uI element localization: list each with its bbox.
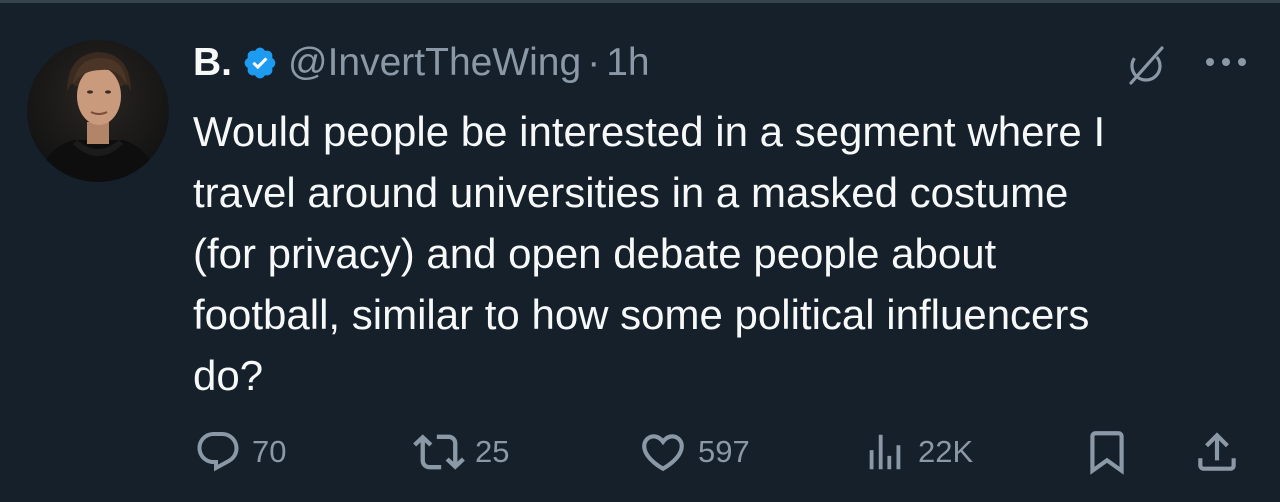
reply-count: 70: [252, 434, 287, 469]
heart-icon: [638, 427, 688, 477]
like-count: 597: [698, 434, 750, 469]
share-icon: [1192, 427, 1242, 477]
share-button[interactable]: [1192, 424, 1242, 480]
repost-count: 25: [475, 434, 510, 469]
views-icon: [862, 429, 908, 475]
more-options-icon[interactable]: [1202, 52, 1250, 72]
reply-button[interactable]: 70: [194, 424, 286, 480]
repost-button[interactable]: 25: [413, 424, 509, 480]
tweet-text-line: do?: [193, 352, 264, 399]
tweet-text: Would people be interested in a segment …: [193, 101, 1255, 406]
avatar[interactable]: [27, 40, 169, 182]
tweet-text-line: travel around universities in a masked c…: [193, 169, 1069, 216]
top-divider: [0, 0, 1280, 3]
tweet-header: B. @InvertTheWing · 1h: [193, 38, 650, 88]
bookmark-button[interactable]: [1082, 424, 1132, 480]
grok-icon[interactable]: [1124, 43, 1168, 87]
reply-icon: [194, 428, 242, 476]
tweet-actions: 70 25 597 22K: [0, 424, 1280, 480]
separator-dot: ·: [587, 41, 601, 84]
tweet-timestamp[interactable]: 1h: [606, 41, 649, 85]
views-count: 22K: [918, 434, 974, 469]
views-button[interactable]: 22K: [862, 424, 973, 480]
repost-icon: [413, 426, 465, 478]
like-button[interactable]: 597: [638, 424, 750, 480]
bookmark-icon: [1082, 427, 1132, 477]
author-name[interactable]: B.: [193, 41, 232, 85]
tweet-text-line: football, similar to how some political …: [193, 291, 1090, 338]
author-handle[interactable]: @InvertTheWing: [288, 41, 581, 85]
tweet-text-line: Would people be interested in a segment …: [193, 108, 1106, 155]
tweet-text-line: (for privacy) and open debate people abo…: [193, 230, 997, 277]
verified-badge-icon: [242, 45, 278, 81]
